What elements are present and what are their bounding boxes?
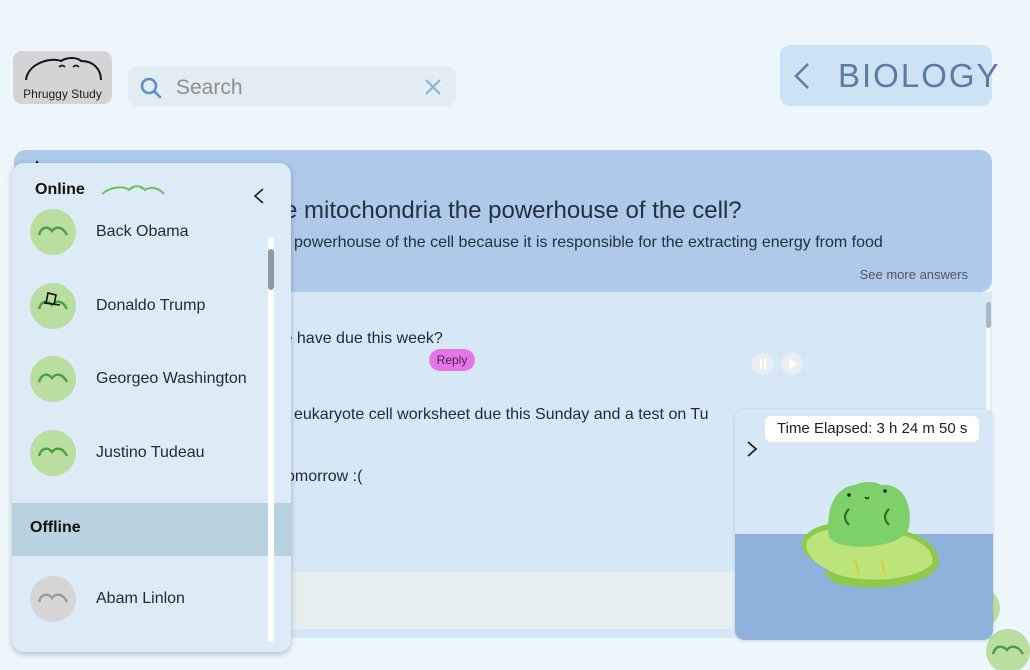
frog-avatar-icon bbox=[30, 356, 76, 402]
frog-avatar-offline-icon bbox=[30, 576, 76, 622]
chat-message: we have due this week? bbox=[272, 330, 443, 347]
chat-scroll-thumb[interactable] bbox=[986, 302, 991, 328]
user-name: Justino Tudeau bbox=[96, 444, 205, 461]
subject-title: BIOLOGY bbox=[838, 57, 1001, 94]
chevron-left-icon[interactable] bbox=[792, 61, 812, 91]
pause-icon[interactable] bbox=[752, 353, 774, 375]
play-icon[interactable] bbox=[781, 353, 803, 375]
chat-message: omorrow :( bbox=[286, 468, 363, 485]
collapse-sidebar-icon[interactable] bbox=[252, 187, 266, 205]
see-more-answers-link[interactable]: See more answers bbox=[860, 267, 968, 282]
sidebar-scrollbar[interactable] bbox=[268, 237, 274, 642]
clear-search-icon[interactable] bbox=[423, 77, 443, 97]
user-name: Back Obama bbox=[96, 223, 189, 240]
online-user-item[interactable]: Back Obama bbox=[30, 209, 270, 257]
user-name: Donaldo Trump bbox=[96, 297, 206, 314]
chat-message: eukaryote cell worksheet due this Sunday… bbox=[294, 406, 709, 423]
frog-with-hat-avatar-icon bbox=[30, 283, 76, 329]
search-input[interactable] bbox=[174, 73, 408, 102]
offline-user-item[interactable]: Abam Linlon bbox=[30, 576, 270, 624]
app-name: Phruggy Study bbox=[23, 87, 102, 101]
reply-button[interactable]: Reply bbox=[429, 349, 475, 371]
time-elapsed-label: Time Elapsed: 3 h 24 m 50 s bbox=[765, 416, 980, 442]
frog-avatar-icon bbox=[30, 430, 76, 476]
frog-logo-icon bbox=[25, 57, 102, 81]
user-name: Georgeo Washington bbox=[96, 370, 247, 387]
search-icon bbox=[140, 77, 162, 99]
sidebar-scroll-thumb[interactable] bbox=[268, 249, 274, 290]
study-timer-widget: Time Elapsed: 3 h 24 m 50 s bbox=[735, 409, 993, 640]
question-top-answer: powerhouse of the cell because it is res… bbox=[294, 234, 883, 251]
online-section-title: Online bbox=[35, 181, 85, 198]
offline-section-title: Offline bbox=[30, 519, 81, 536]
online-user-item[interactable]: Georgeo Washington bbox=[30, 356, 270, 404]
online-user-item[interactable]: Donaldo Trump bbox=[30, 283, 270, 331]
subject-header: BIOLOGY bbox=[780, 45, 999, 106]
chevron-right-icon[interactable] bbox=[745, 439, 759, 459]
search-bar[interactable] bbox=[128, 67, 456, 106]
user-name: Abam Linlon bbox=[96, 590, 185, 607]
online-user-item[interactable]: Justino Tudeau bbox=[30, 430, 270, 478]
frog-divider-icon bbox=[101, 185, 165, 195]
frog-on-lilypad-icon bbox=[801, 482, 939, 588]
app-logo[interactable]: Phruggy Study bbox=[13, 51, 112, 104]
frog-avatar-icon bbox=[30, 209, 76, 255]
friends-sidebar: Online Back Obama Donaldo Trump Georgeo … bbox=[12, 163, 291, 652]
question-title: e mitochondria the powerhouse of the cel… bbox=[284, 197, 742, 224]
